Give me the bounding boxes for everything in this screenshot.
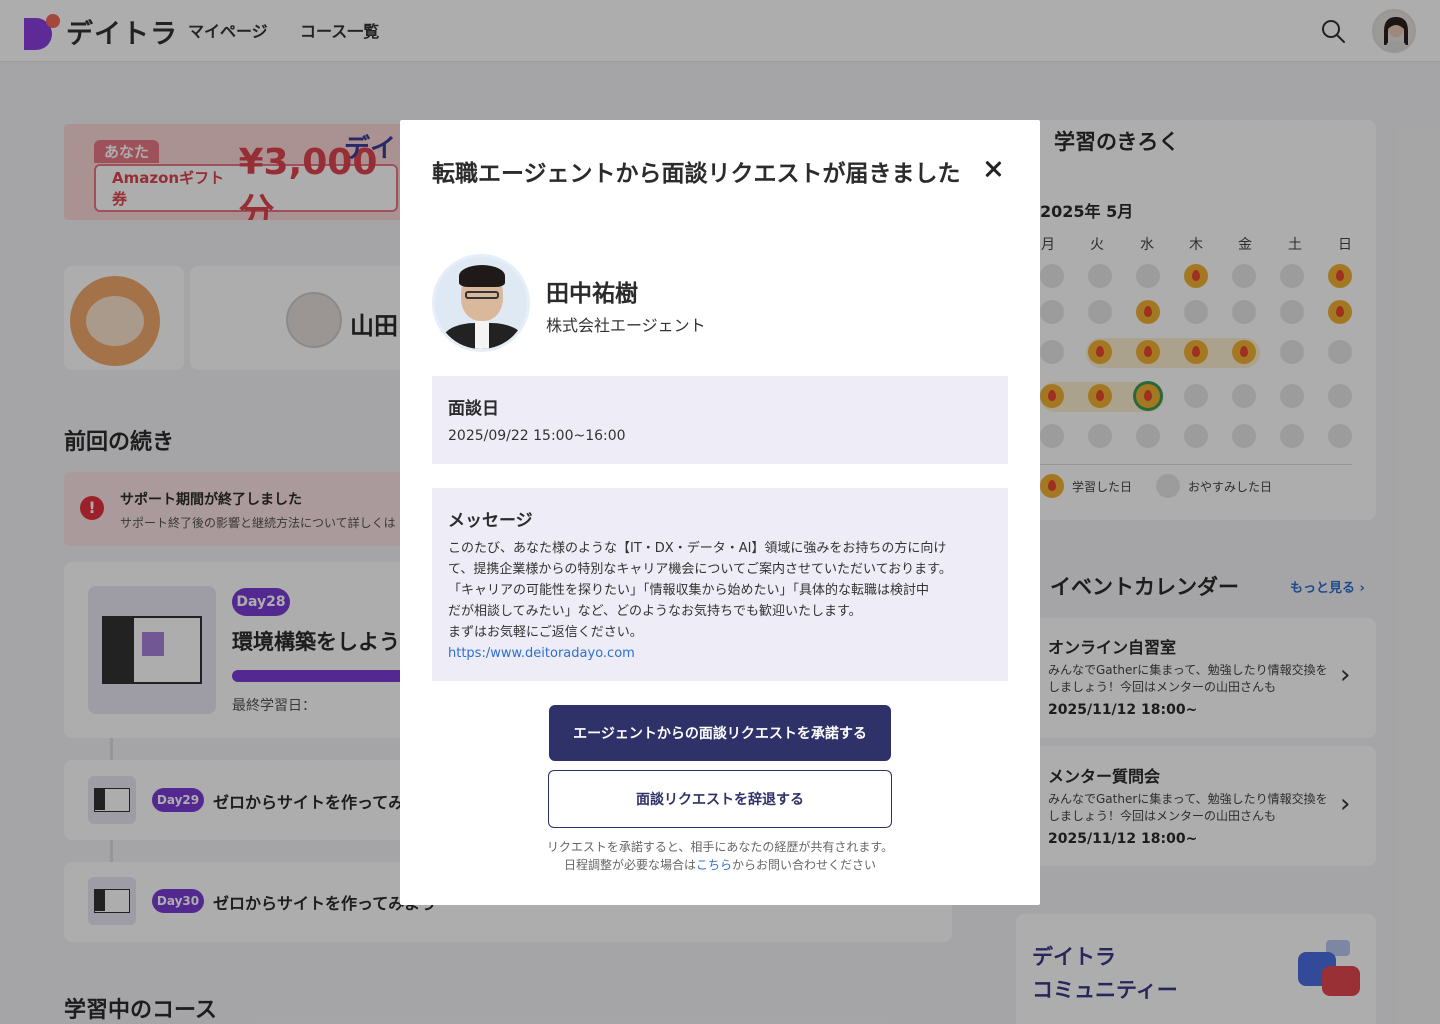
agent-name: 田中祐樹 [546, 281, 638, 307]
close-icon[interactable] [980, 156, 1006, 182]
modal-title: 転職エージェントから面談リクエストが届きました [432, 161, 961, 187]
agent-company: 株式会社エージェント [546, 316, 706, 335]
message-box: メッセージ このたび、あなた様のような【IT・DX・データ・AI】領域に強みをお… [432, 488, 1008, 681]
interview-date-value: 2025/09/22 15:00~16:00 [448, 428, 626, 444]
agent-photo [432, 254, 530, 352]
message-line: 「キャリアの可能性を探りたい」「情報収集から始めたい」「具体的な転職は検討中 [448, 583, 930, 598]
message-line: だが相談してみたい」など、どのようなお気持ちでも歓迎いたします。 [448, 604, 862, 619]
note-line2: 日程調整が必要な場合はこちらからお問い合わせください [563, 858, 877, 872]
interview-date-label: 面談日 [448, 399, 499, 419]
message-line: このたび、あなた様のような【IT・DX・データ・AI】領域に強みをお持ちの方に向… [448, 541, 947, 556]
message-link[interactable]: https:/www.deitoradayo.com [448, 646, 635, 661]
interview-date-box: 面談日 2025/09/22 15:00~16:00 [432, 376, 1008, 464]
message-line: て、提携企業様からの特別なキャリア機会についてご案内させていただいております。 [448, 562, 952, 577]
message-line: まずはお気軽にご返信ください。 [448, 625, 643, 640]
note-line1: リクエストを承諾すると、相手にあなたの経歴が共有されます。 [546, 840, 894, 854]
message-label: メッセージ [448, 511, 533, 531]
message-body: このたび、あなた様のような【IT・DX・データ・AI】領域に強みをお持ちの方に向… [448, 538, 996, 664]
contact-link[interactable]: こちら [696, 858, 732, 872]
accept-request-button[interactable]: エージェントからの面談リクエストを承諾する [549, 705, 891, 761]
decline-request-button[interactable]: 面談リクエストを辞退する [548, 770, 892, 828]
interview-request-modal: 転職エージェントから面談リクエストが届きました 田中祐樹 株式会社エージェント … [400, 120, 1040, 905]
